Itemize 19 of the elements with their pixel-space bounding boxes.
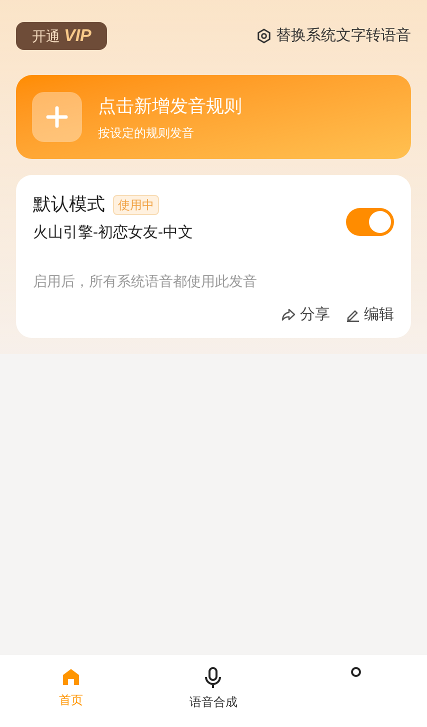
status-badge: 使用中	[113, 194, 159, 214]
replace-tts-link[interactable]: 替换系统文字转语音	[276, 24, 411, 48]
share-button[interactable]: 分享	[281, 304, 330, 326]
rule-name: 默认模式	[33, 193, 105, 216]
user-icon	[350, 667, 361, 677]
home-icon	[61, 667, 82, 687]
plus-icon	[32, 92, 82, 142]
add-rule-title: 点击新增发音规则	[98, 94, 242, 118]
voice-name: 火山引擎-初恋女友-中文	[33, 223, 193, 243]
vip-button[interactable]: 开通 VIP	[16, 22, 108, 50]
tab-item[interactable]: 语音合成	[142, 667, 285, 727]
settings-icon	[256, 28, 272, 44]
rule-description: 启用后，所有系统语音都使用此发音	[33, 272, 258, 290]
microphone-icon	[203, 667, 224, 689]
share-icon	[281, 308, 296, 322]
edit-icon	[346, 308, 360, 322]
add-rule-subtitle: 按设定的规则发音	[98, 124, 195, 142]
edit-button[interactable]: 编辑	[346, 304, 394, 326]
toggle-switch[interactable]	[346, 208, 394, 236]
